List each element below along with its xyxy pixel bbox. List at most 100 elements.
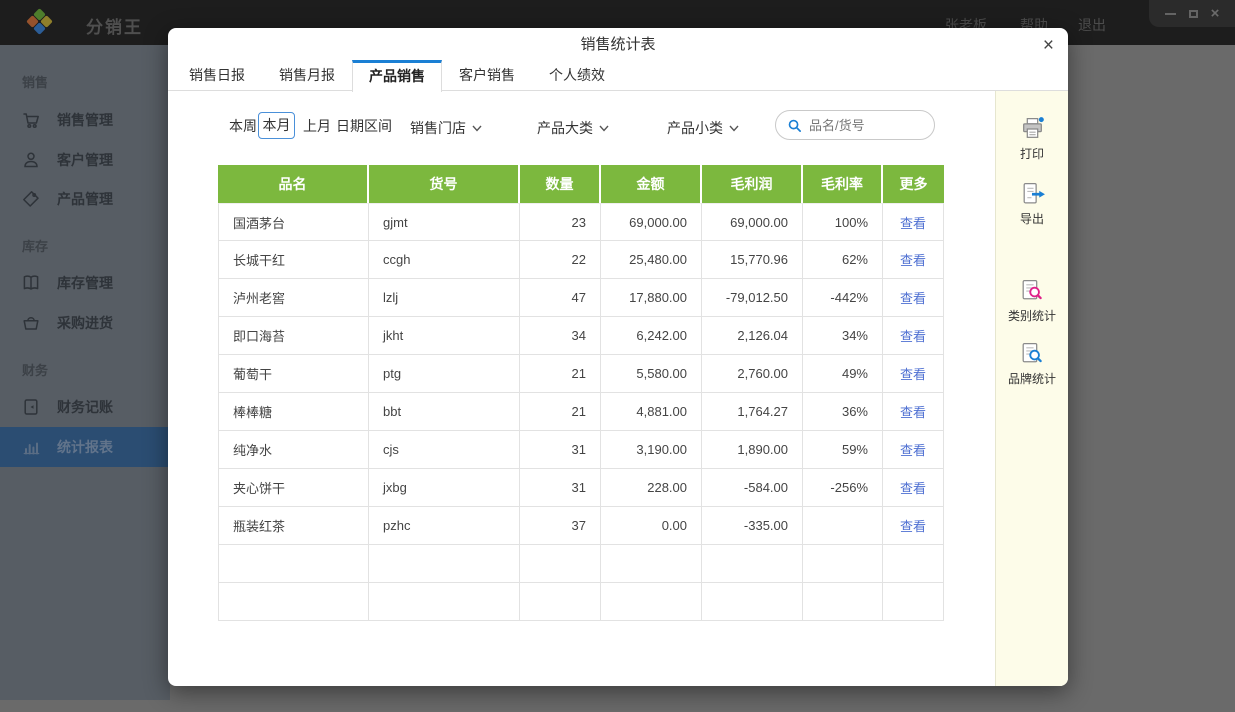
table-row: 夹心饼干 jxbg 31 228.00 -584.00 -256% 查看 bbox=[218, 469, 944, 507]
category-statistics-button[interactable]: 类别统计 bbox=[1008, 277, 1056, 324]
table-body: 国酒茅台 gjmt 23 69,000.00 69,000.00 100% 查看… bbox=[218, 203, 944, 621]
col-amount: 金额 bbox=[601, 165, 702, 203]
view-link[interactable]: 查看 bbox=[900, 253, 926, 268]
period-date-range[interactable]: 日期区间 bbox=[336, 118, 392, 134]
product-name-cell: 纯净水 bbox=[218, 431, 369, 469]
item-number-cell: pzhc bbox=[369, 507, 520, 545]
sidebar-item-product-management[interactable]: 产品管理 bbox=[0, 179, 170, 219]
user-icon bbox=[21, 150, 41, 170]
more-cell: 查看 bbox=[883, 241, 944, 279]
maximize-icon[interactable] bbox=[1189, 10, 1198, 18]
amount-cell: 6,242.00 bbox=[601, 317, 702, 355]
action-label: 类别统计 bbox=[1008, 307, 1056, 324]
quantity-cell: 31 bbox=[520, 431, 601, 469]
amount-cell: 3,190.00 bbox=[601, 431, 702, 469]
action-label: 打印 bbox=[1020, 145, 1044, 162]
product-name-cell: 棒棒糖 bbox=[218, 393, 369, 431]
col-gross-profit: 毛利润 bbox=[702, 165, 803, 203]
minimize-icon[interactable] bbox=[1165, 13, 1176, 15]
sidebar-item-label: 统计报表 bbox=[57, 437, 113, 457]
table-row: 瓶装红茶 pzhc 37 0.00 -335.00 查看 bbox=[218, 507, 944, 545]
book-icon bbox=[21, 273, 41, 293]
topbar-exit-menu[interactable]: 退出 bbox=[1078, 15, 1106, 35]
product-name-cell bbox=[218, 545, 369, 583]
product-name-cell bbox=[218, 583, 369, 621]
view-link[interactable]: 查看 bbox=[900, 329, 926, 344]
tab-monthly-sales[interactable]: 销售月报 bbox=[262, 60, 352, 90]
sidebar-item-label: 客户管理 bbox=[57, 150, 113, 170]
table-row: 葡萄干 ptg 21 5,580.00 2,760.00 49% 查看 bbox=[218, 355, 944, 393]
more-cell: 查看 bbox=[883, 355, 944, 393]
view-link[interactable]: 查看 bbox=[900, 481, 926, 496]
view-link[interactable]: 查看 bbox=[900, 519, 926, 534]
col-quantity: 数量 bbox=[520, 165, 601, 203]
period-this-month[interactable]: 本月 bbox=[258, 112, 295, 139]
table-row: 即口海苔 jkht 34 6,242.00 2,126.04 34% 查看 bbox=[218, 317, 944, 355]
brand-statistics-button[interactable]: 品牌统计 bbox=[1008, 340, 1056, 387]
product-name-cell: 夹心饼干 bbox=[218, 469, 369, 507]
gross-margin-cell bbox=[803, 583, 883, 621]
gross-margin-cell bbox=[803, 507, 883, 545]
tab-personal-performance[interactable]: 个人绩效 bbox=[532, 60, 622, 90]
period-last-month[interactable]: 上月 bbox=[303, 118, 331, 134]
item-number-cell: ccgh bbox=[369, 241, 520, 279]
product-name-cell: 长城干红 bbox=[218, 241, 369, 279]
more-cell bbox=[883, 583, 944, 621]
item-number-cell: jxbg bbox=[369, 469, 520, 507]
printer-icon bbox=[1019, 115, 1046, 142]
more-cell: 查看 bbox=[883, 393, 944, 431]
action-label: 导出 bbox=[1020, 210, 1044, 227]
view-link[interactable]: 查看 bbox=[900, 405, 926, 420]
minor-category-dropdown[interactable]: 产品小类 bbox=[667, 118, 739, 138]
gross-profit-cell: 69,000.00 bbox=[702, 203, 803, 241]
view-link[interactable]: 查看 bbox=[900, 443, 926, 458]
view-link[interactable]: 查看 bbox=[900, 216, 926, 231]
app-name: 分销王 bbox=[86, 13, 143, 38]
gross-margin-cell: 59% bbox=[803, 431, 883, 469]
search-input[interactable] bbox=[809, 118, 919, 133]
table-row bbox=[218, 545, 944, 583]
export-button[interactable]: 导出 bbox=[1019, 180, 1046, 227]
table-row: 纯净水 cjs 31 3,190.00 1,890.00 59% 查看 bbox=[218, 431, 944, 469]
print-button[interactable]: 打印 bbox=[1019, 115, 1046, 162]
quantity-cell: 21 bbox=[520, 355, 601, 393]
quantity-cell: 37 bbox=[520, 507, 601, 545]
close-icon[interactable]: × bbox=[1043, 33, 1054, 60]
view-link[interactable]: 查看 bbox=[900, 291, 926, 306]
tab-product-sales[interactable]: 产品销售 bbox=[352, 60, 442, 92]
tab-customer-sales[interactable]: 客户销售 bbox=[442, 60, 532, 90]
sidebar-item-purchasing[interactable]: 采购进货 bbox=[0, 303, 170, 343]
amount-cell: 4,881.00 bbox=[601, 393, 702, 431]
chevron-down-icon bbox=[599, 125, 609, 132]
gross-profit-cell: -584.00 bbox=[702, 469, 803, 507]
window-close-icon[interactable]: × bbox=[1211, 6, 1220, 21]
bar-chart-icon bbox=[21, 437, 41, 457]
store-dropdown[interactable]: 销售门店 bbox=[410, 118, 482, 138]
amount-cell bbox=[601, 583, 702, 621]
sidebar-item-label: 财务记账 bbox=[57, 397, 113, 417]
gross-profit-cell: -79,012.50 bbox=[702, 279, 803, 317]
table-row: 棒棒糖 bbt 21 4,881.00 1,764.27 36% 查看 bbox=[218, 393, 944, 431]
amount-cell bbox=[601, 545, 702, 583]
gross-margin-cell: 100% bbox=[803, 203, 883, 241]
more-cell: 查看 bbox=[883, 279, 944, 317]
period-this-week[interactable]: 本周 bbox=[229, 118, 257, 134]
sidebar-item-label: 库存管理 bbox=[57, 273, 113, 293]
sidebar-item-sales-management[interactable]: 销售管理 bbox=[0, 100, 170, 140]
view-link[interactable]: 查看 bbox=[900, 367, 926, 382]
gross-profit-cell: 2,760.00 bbox=[702, 355, 803, 393]
gross-margin-cell: -442% bbox=[803, 279, 883, 317]
sidebar-item-inventory-management[interactable]: 库存管理 bbox=[0, 263, 170, 303]
filter-bar: 本周 本月 上月 日期区间 销售门店 产品大类 产品小类 bbox=[168, 91, 995, 161]
major-category-dropdown[interactable]: 产品大类 bbox=[537, 118, 609, 138]
table-header-row: 品名 货号 数量 金额 毛利润 毛利率 更多 bbox=[218, 165, 944, 203]
quantity-cell: 31 bbox=[520, 469, 601, 507]
sidebar-item-customer-management[interactable]: 客户管理 bbox=[0, 140, 170, 180]
sidebar-item-statistics-reports[interactable]: 统计报表 bbox=[0, 427, 170, 467]
tab-daily-sales[interactable]: 销售日报 bbox=[172, 60, 262, 90]
more-cell: 查看 bbox=[883, 203, 944, 241]
item-number-cell: bbt bbox=[369, 393, 520, 431]
sidebar-item-bookkeeping[interactable]: 财务记账 bbox=[0, 387, 170, 427]
sidebar-section-inventory: 库存 bbox=[22, 236, 48, 255]
col-item-number: 货号 bbox=[369, 165, 520, 203]
